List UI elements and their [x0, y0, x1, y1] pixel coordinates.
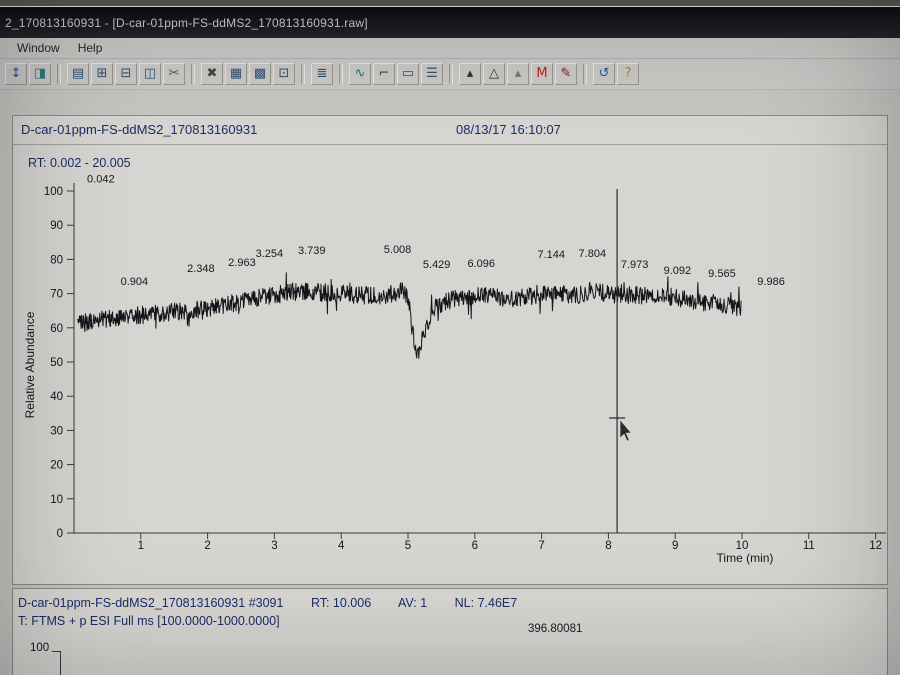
panel-title: D-car-01ppm-FS-ddMS2_170813160931	[21, 122, 258, 137]
map-view-icon[interactable]: ▭	[397, 63, 419, 85]
peak-label: 0.904	[121, 276, 149, 288]
y-tick-label: 70	[50, 289, 63, 301]
add-plot-icon[interactable]: ⊞	[91, 63, 113, 85]
mouse-pointer-icon	[619, 419, 632, 442]
y-tick-label: 50	[50, 357, 63, 369]
toolbar-separator	[449, 64, 453, 84]
peak-label: 7.973	[621, 259, 649, 271]
spectrum-y-tick-label: 100	[30, 642, 50, 654]
x-tick-label: 11	[803, 540, 815, 552]
window-title: 2_170813160931 - [D-car-01ppm-FS-ddMS2_1…	[5, 15, 368, 30]
toolbar: ↕ ◨ ▤ ⊞ ⊟ ◫ ✂ ✖ ▦ ▩ ⊡ ≣ ∿ ⌐ ▭ ☰ ▴ △ ▴ M ✎ ↺?	[0, 59, 900, 90]
peak-label: 9.986	[757, 276, 785, 288]
peak-label: 9.565	[708, 268, 736, 280]
screen: 2_170813160931 - [D-car-01ppm-FS-ddMS2_1…	[0, 0, 900, 675]
toolbar-separator	[339, 64, 343, 84]
peak-label: 6.096	[467, 258, 495, 270]
menu-item-window[interactable]: Window	[8, 39, 69, 57]
x-tick-label: 2	[204, 540, 210, 552]
peak-detect-icon[interactable]: ▴	[459, 63, 481, 85]
peak-label: 5.429	[423, 259, 451, 271]
chromatogram-plot[interactable]: 1 2 3 4 5 6 7 8 9 10 11 12 0 10 20 30 40 50 60 70 80 90 100 Tim…	[0, 150, 900, 580]
y-tick-label: 0	[57, 528, 63, 540]
peak-label: 0.042	[87, 173, 115, 185]
tile-grid-alt-icon[interactable]: ▩	[249, 63, 271, 85]
ranges-list-icon[interactable]: ≣	[311, 63, 333, 85]
x-axis-title: Time (min)	[717, 551, 774, 565]
toggle-scale-icon[interactable]: ↕	[5, 63, 27, 85]
peak-label-icon[interactable]: △	[483, 63, 505, 85]
annotate-icon[interactable]: ✎	[555, 63, 577, 85]
report-list-icon[interactable]: ☰	[421, 63, 443, 85]
x-tick-label: 1	[138, 540, 144, 552]
x-tick-label: 6	[472, 540, 478, 552]
y-tick-label: 30	[50, 425, 63, 437]
y-tick-label: 100	[44, 186, 63, 198]
help-icon[interactable]: ?	[617, 63, 639, 85]
x-tick-label: 4	[338, 540, 345, 552]
toolbar-separator	[191, 64, 195, 84]
desktop-edge	[0, 0, 900, 7]
peak-label: 5.008	[384, 244, 412, 256]
x-tick-label: 9	[672, 540, 678, 552]
peak-label: 3.739	[298, 245, 326, 257]
peak-area-icon[interactable]: ▴	[507, 63, 529, 85]
library-match-icon[interactable]: M	[531, 63, 553, 85]
display-options-icon[interactable]: ◨	[29, 63, 51, 85]
y-tick-label: 80	[50, 254, 63, 266]
y-tick-label: 60	[50, 323, 63, 335]
close-view-icon[interactable]: ✖	[201, 63, 223, 85]
spectrum-y-axis-line	[60, 651, 61, 675]
toolbar-separator	[583, 64, 587, 84]
menu-item-help[interactable]: Help	[69, 39, 112, 57]
peak-label: 2.963	[228, 257, 256, 269]
panel-header: D-car-01ppm-FS-ddMS2_170813160931 08/13/…	[13, 116, 887, 145]
chromatogram-view-icon[interactable]: ∿	[349, 63, 371, 85]
spectrum-av: AV: 1	[397, 596, 428, 610]
y-axis-title: Relative Abundance	[23, 311, 37, 419]
layout-grid-icon[interactable]: ▤	[67, 63, 89, 85]
axis-setup-icon[interactable]: ⌐	[373, 63, 395, 85]
tile-grid-icon[interactable]: ▦	[225, 63, 247, 85]
peak-label: 2.348	[187, 263, 215, 275]
scan-filter-line: T: FTMS + p ESI Full ms [100.0000-1000.0…	[18, 614, 280, 628]
spectrum-y-tick	[52, 651, 60, 652]
chromatogram-svg: 1 2 3 4 5 6 7 8 9 10 11 120102030405060708090100Tim…	[44, 173, 886, 565]
spectrum-peak-label: 396.80081	[528, 623, 583, 635]
spectrum-panel[interactable]: D-car-01ppm-FS-ddMS2_170813160931 #3091 …	[12, 588, 888, 675]
toolbar-separator	[57, 64, 61, 84]
spectrum-rt: RT: 10.006	[310, 596, 372, 610]
y-tick-label: 10	[50, 494, 63, 506]
x-tick-label: 12	[869, 540, 882, 552]
split-view-icon[interactable]: ◫	[139, 63, 161, 85]
remove-plot-icon[interactable]: ⊟	[115, 63, 137, 85]
x-tick-label: 8	[605, 540, 611, 552]
spectrum-nl: NL: 7.46E7	[454, 596, 518, 610]
x-tick-label: 5	[405, 540, 411, 552]
refresh-icon[interactable]: ↺	[593, 63, 615, 85]
spectrum-file-scan: D-car-01ppm-FS-ddMS2_170813160931 #3091	[18, 596, 284, 610]
toolbar-separator	[301, 64, 305, 84]
peak-label: 7.144	[537, 249, 565, 261]
peak-label: 9.092	[664, 265, 692, 277]
menu-bar: Window Help	[0, 38, 900, 59]
peak-label: 3.254	[256, 248, 284, 260]
peak-label: 7.804	[579, 248, 607, 260]
panel-datetime: 08/13/17 16:10:07	[456, 122, 561, 137]
y-tick-label: 40	[50, 391, 63, 403]
rt-range-label: RT: 0.002 - 20.005	[28, 156, 131, 170]
single-cell-icon[interactable]: ⊡	[273, 63, 295, 85]
x-tick-label: 3	[271, 540, 277, 552]
y-tick-label: 20	[50, 460, 63, 472]
x-tick-label: 7	[538, 540, 544, 552]
tic-trace	[76, 272, 742, 359]
title-bar[interactable]: 2_170813160931 - [D-car-01ppm-FS-ddMS2_1…	[0, 7, 900, 38]
scan-header-line: D-car-01ppm-FS-ddMS2_170813160931 #3091 …	[18, 596, 541, 610]
y-tick-label: 90	[50, 220, 63, 232]
cut-cell-icon[interactable]: ✂	[163, 63, 185, 85]
